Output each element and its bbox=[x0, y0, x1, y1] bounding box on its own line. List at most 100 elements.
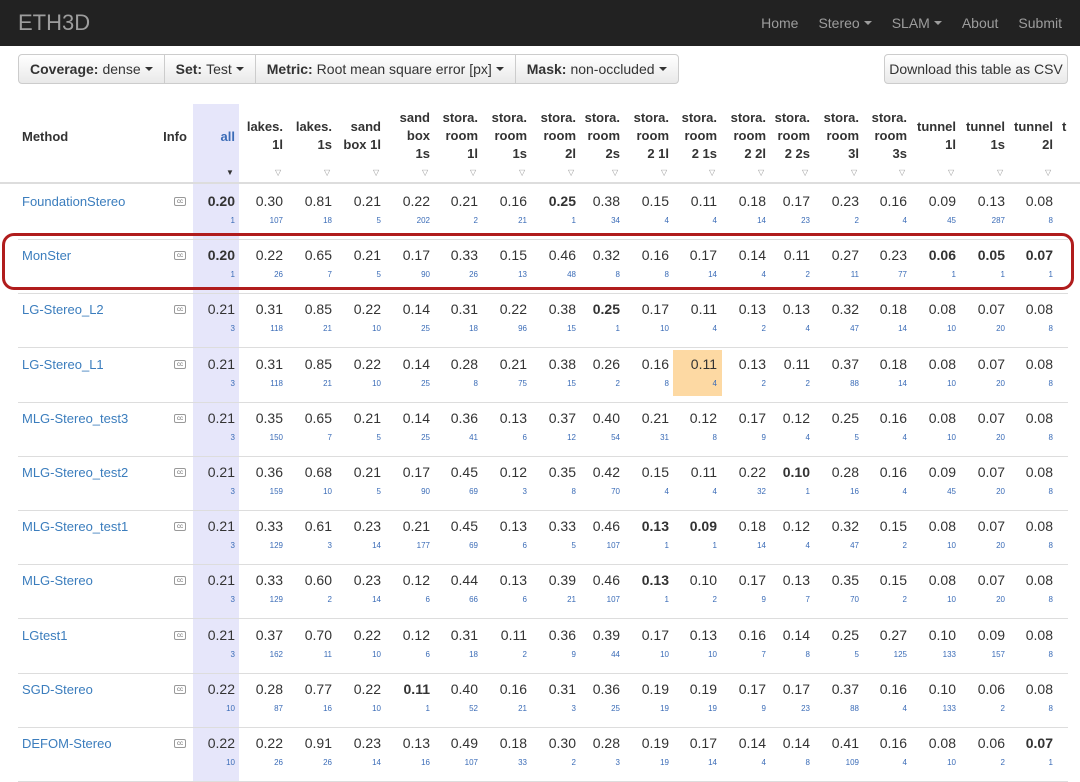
rank-link[interactable]: 69 bbox=[433, 541, 478, 550]
rank-link[interactable]: 287 bbox=[960, 216, 1005, 225]
rank-link[interactable]: 19 bbox=[672, 704, 717, 713]
rank-link[interactable]: 87 bbox=[238, 704, 283, 713]
rank-link[interactable]: 177 bbox=[385, 541, 430, 550]
all-rank[interactable]: 3 bbox=[185, 595, 235, 604]
rank-link[interactable]: 2 bbox=[765, 379, 810, 388]
rank-link[interactable]: 26 bbox=[238, 758, 283, 767]
rank-link[interactable]: 14 bbox=[336, 758, 381, 767]
rank-link[interactable]: 88 bbox=[814, 379, 859, 388]
rank-link[interactable]: 25 bbox=[385, 324, 430, 333]
all-rank[interactable]: 10 bbox=[185, 704, 235, 713]
rank-link[interactable]: 14 bbox=[862, 324, 907, 333]
rank-link[interactable]: 10 bbox=[911, 758, 956, 767]
rank-link[interactable]: 6 bbox=[385, 595, 430, 604]
rank-link[interactable]: 54 bbox=[575, 433, 620, 442]
rank-link[interactable]: 2 bbox=[960, 758, 1005, 767]
rank-link[interactable]: 2 bbox=[672, 595, 717, 604]
rank-link[interactable]: 5 bbox=[336, 433, 381, 442]
mask-dropdown[interactable]: Mask: non-occluded bbox=[514, 54, 679, 84]
rank-link[interactable]: 10 bbox=[911, 379, 956, 388]
nav-slam[interactable]: SLAM bbox=[882, 15, 952, 31]
rank-link[interactable]: 10 bbox=[911, 433, 956, 442]
rank-link[interactable]: 1 bbox=[624, 541, 669, 550]
rank-link[interactable]: 20 bbox=[960, 541, 1005, 550]
rank-link[interactable]: 66 bbox=[433, 595, 478, 604]
sort-toggle-icon[interactable]: ▽ bbox=[324, 168, 330, 177]
rank-link[interactable]: 2 bbox=[287, 595, 332, 604]
rank-link[interactable]: 6 bbox=[482, 541, 527, 550]
rank-link[interactable]: 34 bbox=[575, 216, 620, 225]
col-dataset[interactable]: tunnel 2l bbox=[993, 118, 1053, 154]
rank-link[interactable]: 4 bbox=[765, 433, 810, 442]
rank-link[interactable]: 4 bbox=[862, 487, 907, 496]
rank-link[interactable]: 88 bbox=[814, 704, 859, 713]
rank-link[interactable]: 8 bbox=[1008, 541, 1053, 550]
rank-link[interactable]: 20 bbox=[960, 487, 1005, 496]
method-link[interactable]: LGtest1 bbox=[22, 628, 68, 643]
rank-link[interactable]: 33 bbox=[482, 758, 527, 767]
rank-link[interactable]: 125 bbox=[862, 650, 907, 659]
sort-toggle-icon[interactable]: ▽ bbox=[997, 168, 1003, 177]
all-rank[interactable]: 3 bbox=[185, 433, 235, 442]
rank-link[interactable]: 2 bbox=[862, 541, 907, 550]
all-rank[interactable]: 3 bbox=[185, 379, 235, 388]
rank-link[interactable]: 6 bbox=[385, 650, 430, 659]
rank-link[interactable]: 129 bbox=[238, 595, 283, 604]
all-rank[interactable]: 3 bbox=[185, 541, 235, 550]
sort-toggle-icon[interactable]: ▽ bbox=[758, 168, 764, 177]
rank-link[interactable]: 129 bbox=[238, 541, 283, 550]
rank-link[interactable]: 2 bbox=[482, 650, 527, 659]
method-link[interactable]: MLG-Stereo bbox=[22, 573, 93, 588]
rank-link[interactable]: 10 bbox=[336, 379, 381, 388]
rank-link[interactable]: 107 bbox=[433, 758, 478, 767]
rank-link[interactable]: 70 bbox=[814, 595, 859, 604]
method-link[interactable]: MLG-Stereo_test3 bbox=[22, 411, 128, 426]
rank-link[interactable]: 8 bbox=[1008, 487, 1053, 496]
rank-link[interactable]: 16 bbox=[385, 758, 430, 767]
rank-link[interactable]: 5 bbox=[531, 541, 576, 550]
rank-link[interactable]: 5 bbox=[336, 216, 381, 225]
sort-toggle-icon[interactable]: ▽ bbox=[661, 168, 667, 177]
rank-link[interactable]: 20 bbox=[960, 324, 1005, 333]
rank-link[interactable]: 133 bbox=[911, 704, 956, 713]
rank-link[interactable]: 118 bbox=[238, 379, 283, 388]
rank-link[interactable]: 16 bbox=[814, 487, 859, 496]
sort-toggle-icon[interactable]: ▽ bbox=[802, 168, 808, 177]
rank-link[interactable]: 16 bbox=[287, 704, 332, 713]
sort-toggle-icon[interactable]: ▽ bbox=[373, 168, 379, 177]
rank-link[interactable]: 75 bbox=[482, 379, 527, 388]
rank-link[interactable]: 202 bbox=[385, 216, 430, 225]
all-rank[interactable]: 3 bbox=[185, 650, 235, 659]
rank-link[interactable]: 8 bbox=[624, 379, 669, 388]
rank-link[interactable]: 69 bbox=[433, 487, 478, 496]
rank-link[interactable]: 107 bbox=[238, 216, 283, 225]
rank-link[interactable]: 21 bbox=[531, 595, 576, 604]
rank-link[interactable]: 20 bbox=[960, 595, 1005, 604]
rank-link[interactable]: 10 bbox=[336, 704, 381, 713]
sort-toggle-icon[interactable]: ▽ bbox=[275, 168, 281, 177]
sort-toggle-icon[interactable]: ▽ bbox=[422, 168, 428, 177]
rank-link[interactable]: 10 bbox=[336, 650, 381, 659]
rank-link[interactable]: 2 bbox=[960, 704, 1005, 713]
rank-link[interactable]: 9 bbox=[531, 650, 576, 659]
rank-link[interactable]: 8 bbox=[1008, 595, 1053, 604]
brand-logo[interactable]: ETH3D bbox=[18, 10, 90, 36]
rank-link[interactable]: 8 bbox=[433, 379, 478, 388]
sort-toggle-icon[interactable]: ▽ bbox=[470, 168, 476, 177]
rank-link[interactable]: 41 bbox=[433, 433, 478, 442]
rank-link[interactable]: 4 bbox=[672, 379, 717, 388]
rank-link[interactable]: 8 bbox=[672, 433, 717, 442]
rank-link[interactable]: 8 bbox=[1008, 324, 1053, 333]
metric-dropdown[interactable]: Metric: Root mean square error [px] bbox=[254, 54, 516, 84]
rank-link[interactable]: 1 bbox=[765, 487, 810, 496]
rank-link[interactable]: 10 bbox=[672, 650, 717, 659]
sort-toggle-icon[interactable]: ▽ bbox=[948, 168, 954, 177]
coverage-dropdown[interactable]: Coverage: dense bbox=[18, 54, 165, 84]
rank-link[interactable]: 15 bbox=[531, 379, 576, 388]
rank-link[interactable]: 18 bbox=[433, 650, 478, 659]
rank-link[interactable]: 4 bbox=[765, 541, 810, 550]
rank-link[interactable]: 25 bbox=[575, 704, 620, 713]
rank-link[interactable]: 23 bbox=[765, 704, 810, 713]
rank-link[interactable]: 8 bbox=[765, 758, 810, 767]
rank-link[interactable]: 2 bbox=[721, 324, 766, 333]
